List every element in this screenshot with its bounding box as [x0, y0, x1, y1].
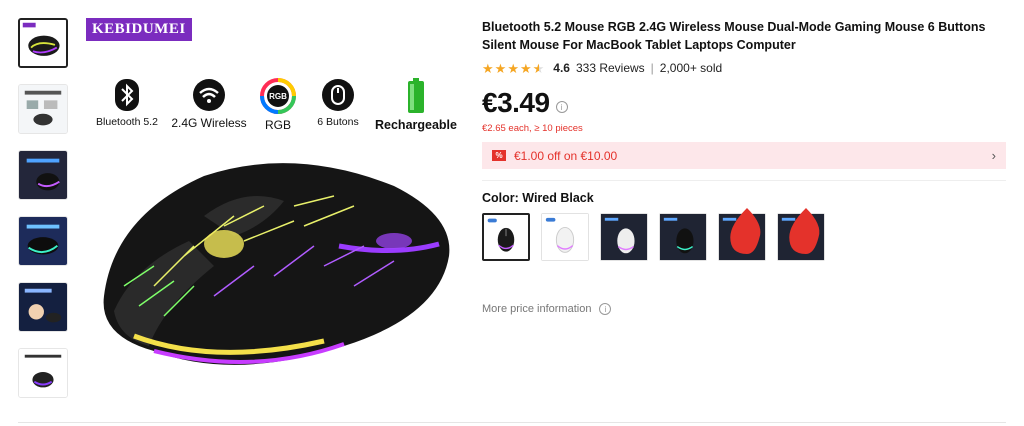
- product-title: Bluetooth 5.2 Mouse RGB 2.4G Wireless Mo…: [482, 20, 986, 52]
- feature-label: 2.4G Wireless: [171, 116, 247, 130]
- swatch-wireless-black[interactable]: [659, 213, 707, 261]
- coupon-banner[interactable]: % €1.00 off on €10.00 ›: [482, 142, 1006, 169]
- bulk-price: €2.65 each, ≥ 10 pieces: [482, 123, 583, 134]
- rating-row[interactable]: ★ ★ ★ ★ ★ 4.6 333 Reviews | 2,000+ sold: [482, 61, 1012, 75]
- thumbnail-2[interactable]: [18, 84, 68, 134]
- feature-wireless: 2.4G Wireless: [170, 78, 248, 132]
- fire-icon: [730, 208, 761, 254]
- color-label: Color: Wired Black: [482, 191, 594, 205]
- thumbnail-5[interactable]: [18, 282, 68, 332]
- coupon-icon: %: [492, 150, 506, 161]
- swatch-bluetooth-white[interactable]: [718, 208, 766, 261]
- thumbnail-1[interactable]: [18, 18, 68, 68]
- feature-rechargeable: Rechargeable: [368, 78, 464, 132]
- feature-label: RGB: [264, 118, 291, 132]
- main-product-image[interactable]: KEBIDUMEI Bluetooth 5.2 2.4G Wireless RG…: [84, 16, 470, 402]
- star-icon: ★: [482, 60, 494, 76]
- swatch-wired-white[interactable]: [541, 213, 589, 261]
- feature-rgb: RGB RGB: [248, 78, 308, 132]
- rgb-icon: RGB: [260, 78, 296, 114]
- star-icon: ★: [507, 60, 519, 76]
- divider: |: [650, 61, 654, 75]
- info-icon: i: [599, 303, 612, 315]
- swatch-bluetooth-black[interactable]: [777, 208, 825, 261]
- swatch-wireless-white[interactable]: [600, 213, 648, 261]
- brand-badge: KEBIDUMEI: [86, 18, 192, 41]
- more-price-info[interactable]: More price information i: [482, 303, 1012, 315]
- feature-bluetooth: Bluetooth 5.2: [84, 78, 170, 132]
- mouse-icon: [322, 79, 354, 111]
- feature-label: Rechargeable: [375, 118, 457, 132]
- feature-strip: Bluetooth 5.2 2.4G Wireless RGB RGB 6 Bu…: [84, 78, 470, 132]
- bluetooth-icon: [115, 79, 139, 111]
- section-divider: [482, 180, 1006, 181]
- star-icon: ★: [519, 60, 532, 76]
- star-icon: ★: [494, 60, 507, 76]
- thumbnail-4[interactable]: [18, 216, 68, 266]
- battery-icon: [408, 78, 424, 113]
- chevron-right-icon: ›: [991, 148, 996, 163]
- thumbnail-3[interactable]: [18, 150, 68, 200]
- info-icon[interactable]: i: [555, 101, 568, 113]
- star-rating: ★ ★ ★ ★ ★: [482, 62, 545, 75]
- rating-value: 4.6: [553, 61, 570, 75]
- feature-label: Bluetooth 5.2: [96, 116, 158, 128]
- rgb-icon-text: RGB: [269, 92, 287, 101]
- coupon-text: €1.00 off on €10.00: [514, 148, 618, 163]
- reviews-link[interactable]: 333 Reviews: [576, 61, 645, 75]
- more-price-label: More price information: [482, 303, 592, 315]
- fire-icon: [789, 208, 820, 254]
- bottom-divider: [18, 422, 1006, 423]
- price: €3.49: [482, 87, 550, 118]
- wifi-icon: [193, 79, 225, 111]
- product-info-panel: Bluetooth 5.2 Mouse RGB 2.4G Wireless Mo…: [482, 18, 1012, 315]
- thumbnail-6[interactable]: [18, 348, 68, 398]
- thumbnail-list: [18, 18, 72, 414]
- color-swatches: [482, 208, 1012, 261]
- sold-count: 2,000+ sold: [659, 61, 723, 75]
- feature-buttons: 6 Butons: [308, 78, 368, 132]
- gaming-mouse-image: [103, 163, 450, 365]
- price-row: €3.49 i: [482, 87, 1012, 119]
- swatch-wired-black[interactable]: [482, 213, 530, 261]
- half-star-icon: ★: [532, 60, 545, 76]
- feature-label: 6 Butons: [317, 116, 359, 128]
